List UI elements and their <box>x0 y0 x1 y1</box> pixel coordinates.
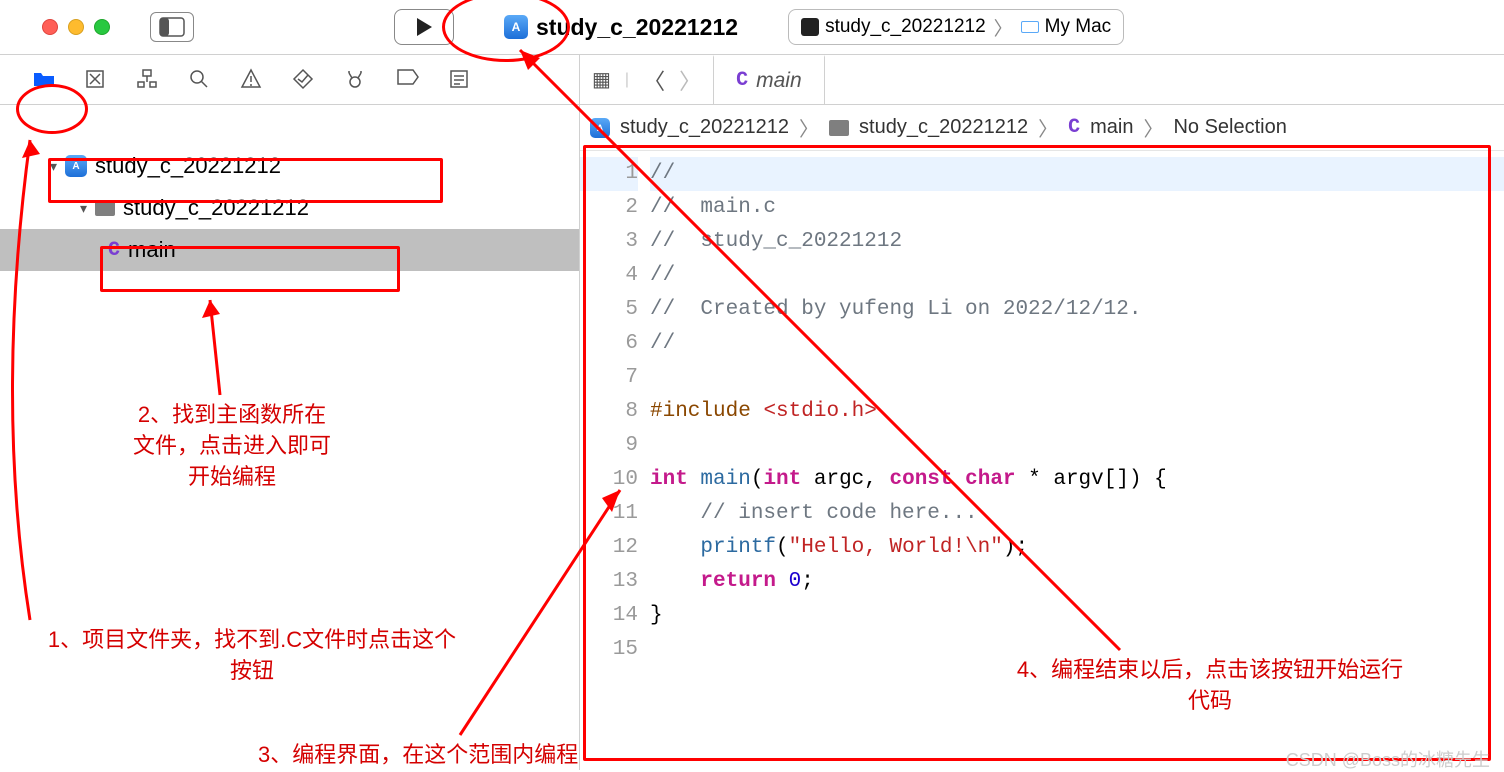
sidebar-layout-icon <box>159 17 185 37</box>
find-navigator-icon[interactable] <box>188 68 212 92</box>
related-items-icon[interactable]: ▦ <box>592 67 611 92</box>
xcode-app-icon: A <box>590 118 610 138</box>
xcode-app-icon: A <box>504 15 528 39</box>
tree-folder[interactable]: ▾ study_c_20221212 <box>0 187 579 229</box>
chevron-right-icon: 〉 <box>1143 113 1163 142</box>
scheme-label: study_c_20221212 <box>825 16 986 38</box>
project-navigator: ▾ A study_c_20221212 ▾ study_c_20221212 … <box>0 105 580 770</box>
tree-file-label: main <box>128 237 176 263</box>
tab-filename: main <box>756 69 802 93</box>
c-file-icon: C <box>1068 116 1080 139</box>
code-content[interactable]: //// main.c// study_c_20221212//// Creat… <box>650 157 1504 667</box>
editor-area: A study_c_20221212 〉 study_c_20221212 〉 … <box>580 105 1504 770</box>
c-file-icon: C <box>736 69 748 92</box>
tree-root[interactable]: ▾ A study_c_20221212 <box>0 145 579 187</box>
device-label: My Mac <box>1045 16 1112 38</box>
crumb-seg-folder: study_c_20221212 <box>859 116 1028 139</box>
sidebar-toggle-button[interactable] <box>150 12 194 42</box>
editor-tab-bar: ▦ | 〈 〉 C main <box>580 55 1504 104</box>
play-icon <box>414 17 434 37</box>
run-button[interactable] <box>394 9 454 45</box>
report-navigator-icon[interactable] <box>448 68 472 92</box>
chevron-down-icon: ▾ <box>50 158 57 175</box>
chevron-down-icon: ▾ <box>80 200 87 217</box>
symbol-navigator-icon[interactable] <box>136 68 160 92</box>
breakpoint-navigator-icon[interactable] <box>396 68 420 92</box>
fullscreen-window-button[interactable] <box>94 19 110 35</box>
crumb-seg-file: main <box>1090 116 1133 139</box>
source-control-navigator-icon[interactable] <box>84 68 108 92</box>
debug-navigator-icon[interactable] <box>344 68 368 92</box>
chevron-right-icon: 〉 <box>1038 113 1058 142</box>
crumb-seg-project: study_c_20221212 <box>620 116 789 139</box>
back-button[interactable]: 〈 <box>643 64 665 96</box>
close-window-button[interactable] <box>42 19 58 35</box>
c-file-icon: C <box>108 239 120 262</box>
breadcrumb[interactable]: A study_c_20221212 〉 study_c_20221212 〉 … <box>580 105 1504 151</box>
project-title: study_c_20221212 <box>536 14 738 41</box>
chevron-right-icon: 〉 <box>994 14 1013 41</box>
xcode-app-icon: A <box>65 155 87 177</box>
workspace: ▾ A study_c_20221212 ▾ study_c_20221212 … <box>0 105 1504 770</box>
line-gutter: 123456789101112131415 <box>580 157 650 667</box>
issue-navigator-icon[interactable] <box>240 68 264 92</box>
folder-icon <box>829 120 849 136</box>
subbar: ▦ | 〈 〉 C main <box>0 55 1504 105</box>
project-indicator: A study_c_20221212 <box>504 14 738 41</box>
test-navigator-icon[interactable] <box>292 68 316 92</box>
minimize-window-button[interactable] <box>68 19 84 35</box>
chevron-right-icon: 〉 <box>799 113 819 142</box>
forward-button[interactable]: 〉 <box>679 64 701 96</box>
terminal-icon <box>801 18 819 36</box>
code-editor[interactable]: 123456789101112131415 //// main.c// stud… <box>580 151 1504 667</box>
laptop-icon <box>1021 21 1039 33</box>
crumb-seg-selection: No Selection <box>1173 116 1286 139</box>
editor-tab[interactable]: C main <box>713 55 825 104</box>
window-controls <box>42 19 110 35</box>
scheme-destination-selector[interactable]: study_c_20221212 〉 My Mac <box>788 9 1124 45</box>
titlebar: A study_c_20221212 study_c_20221212 〉 My… <box>0 0 1504 55</box>
folder-icon <box>95 200 115 216</box>
project-navigator-icon[interactable] <box>32 68 56 92</box>
tree-root-label: study_c_20221212 <box>95 153 281 179</box>
tree-file-main[interactable]: C main <box>0 229 579 271</box>
tree-folder-label: study_c_20221212 <box>123 195 309 221</box>
watermark: CSDN @Boss的冰糖先生 <box>1286 746 1490 772</box>
navigator-selector <box>0 55 580 104</box>
